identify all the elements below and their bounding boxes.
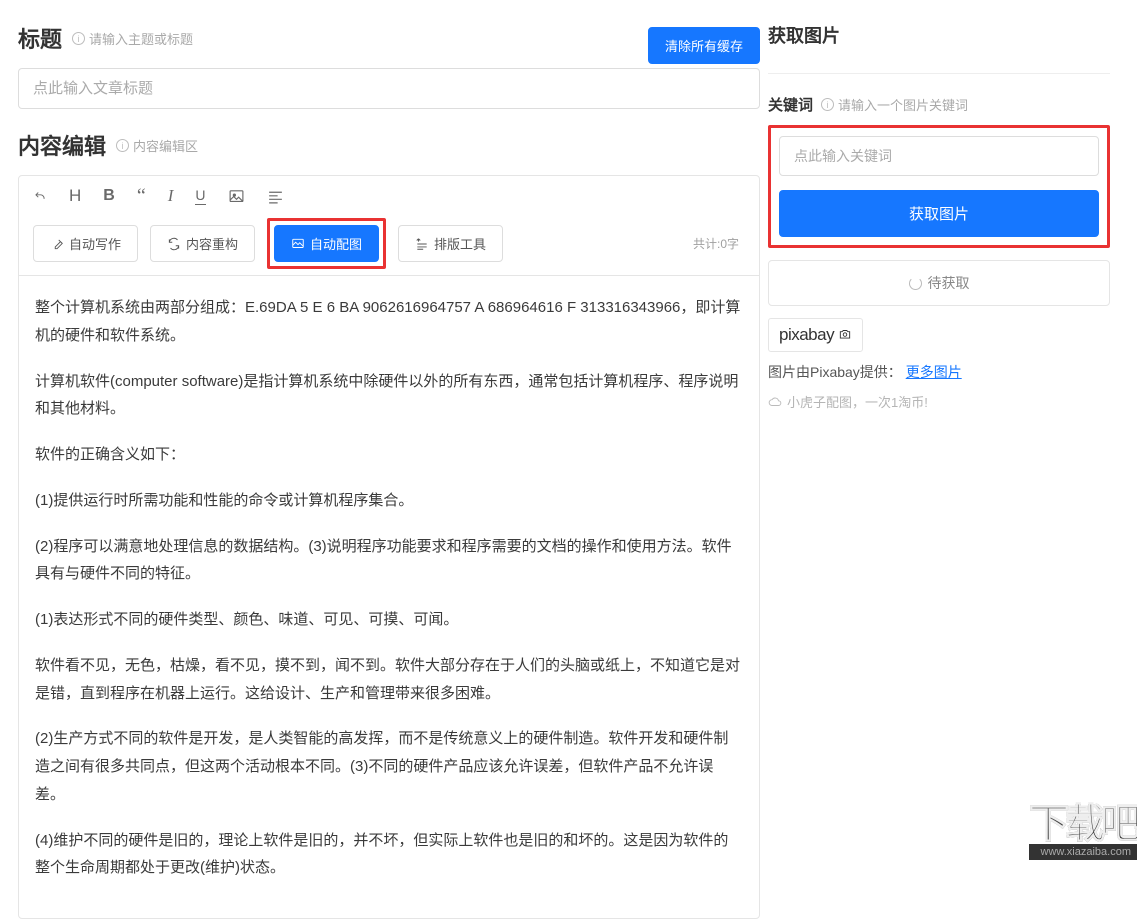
title-label: 标题 bbox=[18, 22, 62, 54]
editor-paragraph: (1)提供运行时所需功能和性能的命令或计算机程序集合。 bbox=[35, 487, 743, 515]
editor-paragraph: (2)生产方式不同的软件是开发，是人类智能的高发挥，而不是传统意义上的硬件制造。… bbox=[35, 725, 743, 808]
word-count: 共计:0字 bbox=[693, 235, 745, 252]
editor-paragraph: 整个计算机系统由两部分组成：E.69DA 5 E 6 BA 9062616964… bbox=[35, 294, 743, 350]
clear-cache-button[interactable]: 清除所有缓存 bbox=[648, 27, 760, 64]
underline-button[interactable]: U bbox=[195, 187, 205, 205]
info-icon: i bbox=[72, 32, 85, 45]
loading-icon bbox=[909, 277, 922, 290]
undo-icon[interactable] bbox=[33, 189, 47, 203]
editor-panel: H B “ I U 自动写作 内容重构 bbox=[18, 175, 760, 919]
heading-button[interactable]: H bbox=[69, 186, 81, 206]
fetch-image-button[interactable]: 获取图片 bbox=[779, 190, 1099, 237]
italic-button[interactable]: I bbox=[168, 186, 174, 206]
editor-paragraph: 软件看不见，无色，枯燥，看不见，摸不到，闻不到。软件大部分存在于人们的头脑或纸上… bbox=[35, 652, 743, 708]
title-hint: i 请输入主题或标题 bbox=[72, 29, 193, 48]
info-icon: i bbox=[116, 139, 129, 152]
credit-line: 图片由Pixabay提供： 更多图片 bbox=[768, 362, 1110, 382]
quote-button[interactable]: “ bbox=[137, 189, 146, 203]
editor-hint: i 内容编辑区 bbox=[116, 136, 198, 155]
layout-tool-button[interactable]: 排版工具 bbox=[398, 225, 503, 262]
bold-button[interactable]: B bbox=[103, 187, 115, 205]
auto-image-highlight: 自动配图 bbox=[267, 218, 386, 269]
align-left-button[interactable] bbox=[267, 188, 284, 205]
keyword-input[interactable] bbox=[779, 136, 1099, 176]
pixabay-logo: pixabay bbox=[768, 318, 863, 352]
keyword-box-highlight: 获取图片 bbox=[768, 125, 1110, 248]
editor-paragraph: 软件的正确含义如下： bbox=[35, 441, 743, 469]
keyword-hint: i 请输入一个图片关键词 bbox=[821, 95, 968, 114]
camera-icon bbox=[838, 327, 852, 344]
pending-button[interactable]: 待获取 bbox=[768, 260, 1110, 306]
editor-paragraph: (2)程序可以满意地处理信息的数据结构。(3)说明程序功能要求和程序需要的文档的… bbox=[35, 533, 743, 589]
restructure-button[interactable]: 内容重构 bbox=[150, 225, 255, 262]
side-header: 获取图片 bbox=[768, 22, 1110, 48]
editor-label: 内容编辑 bbox=[18, 129, 106, 161]
keyword-label: 关键词 bbox=[768, 94, 813, 115]
editor-paragraph: (1)表达形式不同的硬件类型、颜色、味道、可见、可摸、可闻。 bbox=[35, 606, 743, 634]
more-images-link[interactable]: 更多图片 bbox=[906, 364, 962, 380]
editor-body[interactable]: 整个计算机系统由两部分组成：E.69DA 5 E 6 BA 9062616964… bbox=[19, 276, 759, 918]
editor-paragraph: (4)维护不同的硬件是旧的，理论上软件是旧的，并不坏，但实际上软件也是旧的和坏的… bbox=[35, 827, 743, 883]
editor-paragraph: 计算机软件(computer software)是指计算机系统中除硬件以外的所有… bbox=[35, 368, 743, 424]
footer-hint: 小虎子配图，一次1淘币! bbox=[768, 392, 1110, 411]
article-title-input[interactable] bbox=[18, 68, 760, 109]
info-icon: i bbox=[821, 98, 834, 111]
auto-image-button[interactable]: 自动配图 bbox=[274, 225, 379, 262]
watermark: 下载吧 www.xiazaiba.com bbox=[1029, 804, 1137, 860]
auto-write-button[interactable]: 自动写作 bbox=[33, 225, 138, 262]
cloud-icon bbox=[768, 395, 782, 409]
image-button[interactable] bbox=[228, 188, 245, 205]
